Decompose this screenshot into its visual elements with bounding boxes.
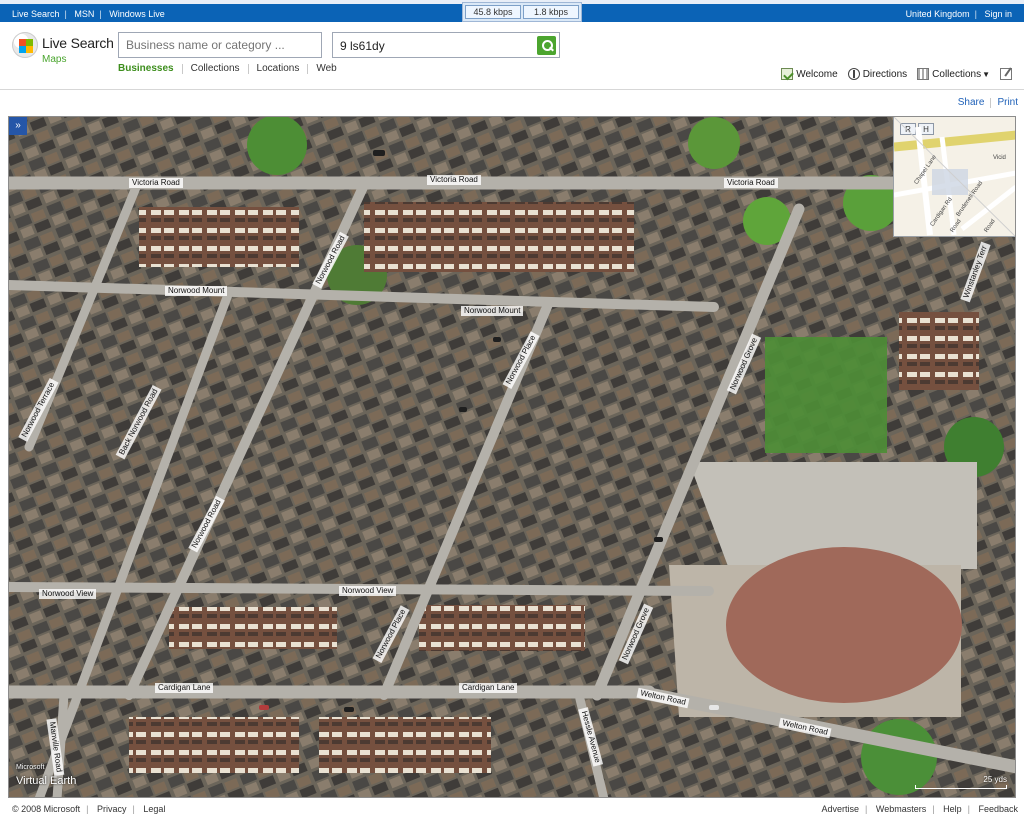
directions-icon (847, 68, 860, 80)
collections-icon (917, 68, 930, 80)
street-label: Norwood Mount (461, 306, 524, 316)
street-label: Victoria Road (129, 178, 183, 188)
chevron-down-icon: ▼ (982, 69, 990, 79)
directions-label: Directions (862, 68, 908, 80)
map-action-bar: Share Print (0, 95, 1024, 115)
brand-sub: Maps (42, 54, 67, 65)
region-link[interactable]: United Kingdom (906, 9, 970, 19)
map-action-links: Share Print (958, 97, 1018, 108)
street-label: Cardigan Lane (459, 683, 518, 693)
collections-menu-button[interactable]: Collections ▼ (917, 68, 990, 80)
top-navigation-bar: Live Search | MSN | Windows Live 45.8 kbps… (0, 0, 1024, 22)
legal-link[interactable]: Legal (143, 804, 165, 814)
welcome-label: Welcome (796, 68, 838, 80)
download-speed: 45.8 kbps (465, 5, 521, 19)
connection-speed-indicator: 45.8 kbps 1.8 kbps (462, 2, 582, 22)
top-left-links: Live Search | MSN | Windows Live (12, 9, 165, 19)
street-label: Victoria Road (724, 178, 778, 188)
msn-link[interactable]: MSN (74, 9, 94, 19)
search-button[interactable] (537, 36, 556, 55)
scale-bar: 25 yds (915, 775, 1007, 789)
aerial-imagery (9, 117, 1015, 797)
directions-button[interactable]: Directions (847, 68, 908, 80)
street-label: Norwood View (39, 589, 97, 599)
street-label: Norwood Mount (165, 286, 228, 296)
location-search-value: 9 ls61dy (340, 39, 385, 53)
live-search-link[interactable]: Live Search (12, 9, 60, 19)
map-tools: Welcome Directions Collections ▼ (781, 68, 1012, 80)
virtual-earth-logo: Microsoft Virtual Earth (16, 764, 76, 789)
edit-icon (1000, 68, 1012, 80)
top-right-links: United Kingdom | Sign in (905, 9, 1012, 19)
brand-name: Live Search (42, 35, 114, 51)
share-link[interactable]: Share (958, 97, 985, 108)
action-divider (990, 97, 992, 108)
welcome-icon (781, 68, 794, 80)
upload-speed: 1.8 kbps (523, 5, 579, 19)
search-tabs: Businesses Collections Locations Web (118, 63, 345, 74)
privacy-link[interactable]: Privacy (97, 804, 127, 814)
copyright-text: © 2008 Microsoft (12, 804, 81, 814)
advertise-link[interactable]: Advertise (821, 804, 859, 814)
windows-live-link[interactable]: Windows Live (109, 9, 165, 19)
tab-locations[interactable]: Locations (249, 63, 308, 74)
virtual-earth-label: Virtual Earth (16, 775, 77, 787)
mini-map[interactable]: R H Chapel Lane Cardigan Rd Brudenell Ro… (893, 117, 1015, 237)
street-label: Cardigan Lane (155, 683, 214, 693)
footer-left-links: © 2008 Microsoft | Privacy | Legal (12, 804, 166, 814)
feedback-link[interactable]: Feedback (978, 804, 1018, 814)
welcome-button[interactable]: Welcome (781, 68, 838, 80)
minimap-streets (894, 117, 1015, 237)
print-link[interactable]: Print (997, 97, 1018, 108)
business-search-input[interactable] (118, 32, 322, 58)
street-label: Norwood View (339, 586, 397, 596)
aerial-map-view[interactable]: » Victoria Road Victoria Road Victoria R… (8, 116, 1016, 798)
live-search-logo[interactable]: Live Search Maps (10, 30, 114, 68)
windows-flag-icon (12, 32, 38, 58)
tab-collections[interactable]: Collections (183, 63, 248, 74)
webmasters-link[interactable]: Webmasters (876, 804, 926, 814)
collections-label: Collections (932, 68, 982, 80)
footer: © 2008 Microsoft | Privacy | Legal Adverti… (0, 800, 1024, 819)
tab-web[interactable]: Web (308, 63, 344, 74)
tab-businesses[interactable]: Businesses (118, 63, 182, 74)
scale-line (915, 785, 1007, 789)
expand-panel-button[interactable]: » (9, 117, 27, 135)
sign-in-link[interactable]: Sign in (984, 9, 1012, 19)
footer-right-links: Advertise | Webmasters | Help | Feedback (821, 804, 1018, 814)
minimap-label: Vicid (993, 155, 1006, 161)
help-link[interactable]: Help (943, 804, 962, 814)
header: Live Search Maps 9 ls61dy Businesses Col… (0, 22, 1024, 90)
edit-button[interactable] (1000, 68, 1012, 80)
scale-label: 25 yds (983, 775, 1007, 784)
microsoft-label: Microsoft (16, 764, 45, 771)
location-search-input[interactable]: 9 ls61dy (332, 32, 560, 58)
street-label: Victoria Road (427, 175, 481, 185)
